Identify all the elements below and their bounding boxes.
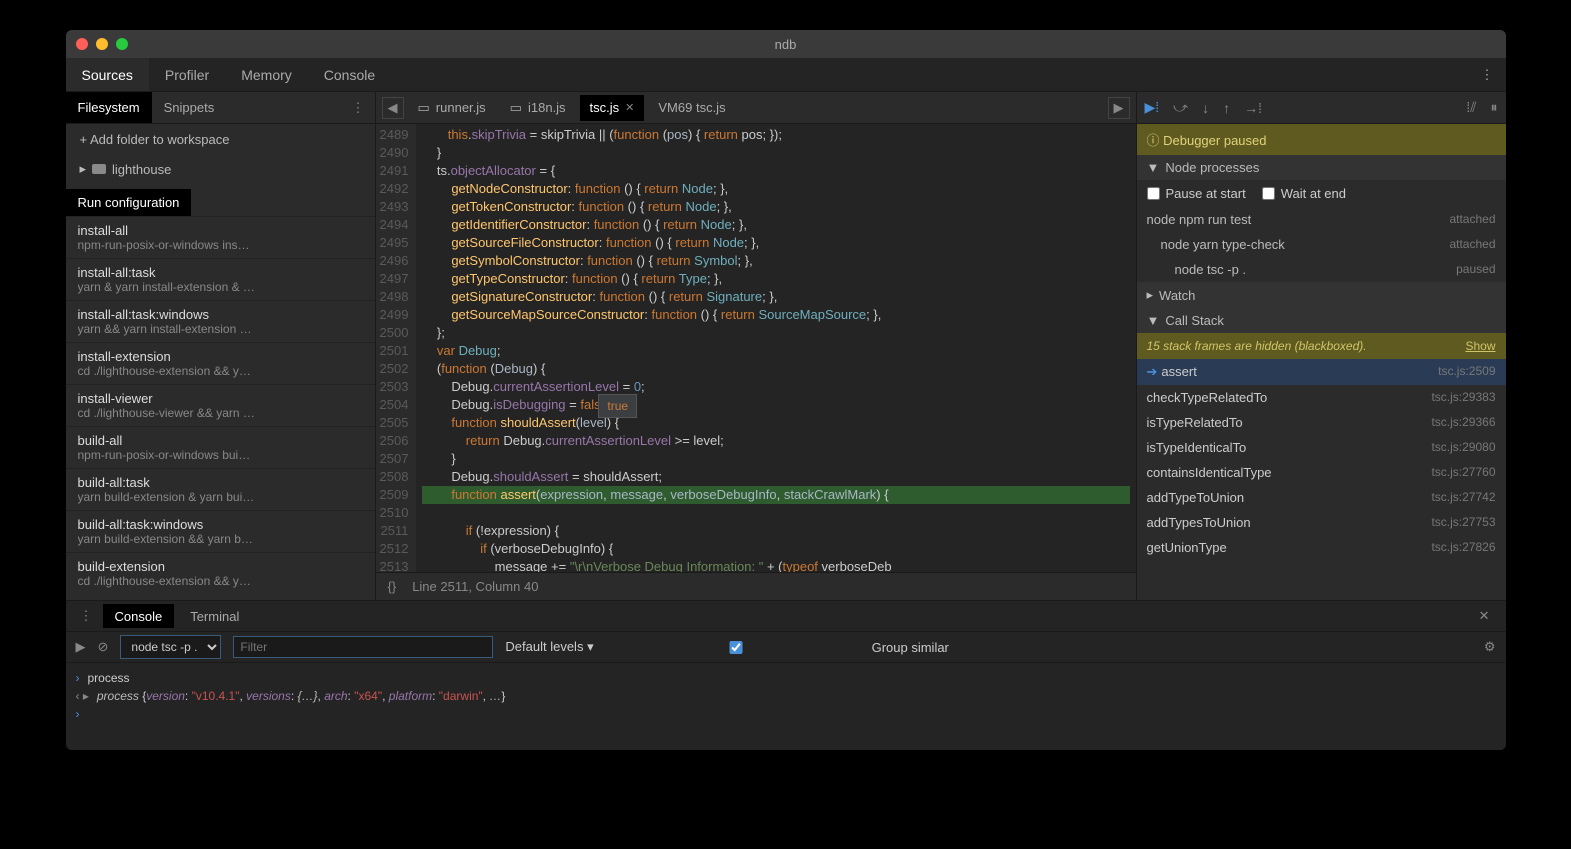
main-tabs: Sources Profiler Memory Console ⋮ xyxy=(66,58,1506,92)
file-tab-vm69[interactable]: VM69 tsc.js xyxy=(648,95,735,121)
drawer: ⋮ Console Terminal ✕ ▶ ⊘ node tsc -p . D… xyxy=(66,600,1506,750)
close-icon[interactable]: ✕ xyxy=(625,101,634,114)
filter-input[interactable] xyxy=(233,636,493,658)
context-select[interactable]: node tsc -p . xyxy=(120,635,221,659)
step-button[interactable]: →⁞ xyxy=(1244,100,1262,116)
file-tab-tsc[interactable]: tsc.js✕ xyxy=(580,95,645,121)
stack-frame[interactable]: getUnionTypetsc.js:27826 xyxy=(1137,535,1506,560)
drawer-tab-console[interactable]: Console xyxy=(103,604,175,628)
execute-icon[interactable]: ▶ xyxy=(76,639,86,655)
window-title: ndb xyxy=(775,37,797,52)
add-folder-button[interactable]: + Add folder to workspace xyxy=(66,124,375,155)
nav-back-button[interactable]: ◀ xyxy=(382,97,404,119)
resume-button[interactable]: ▶⁞ xyxy=(1145,99,1160,116)
js-file-icon: ▭ xyxy=(418,100,430,116)
watch-header[interactable]: ▸ Watch xyxy=(1137,282,1506,308)
stack-frame[interactable]: addTypeToUniontsc.js:27742 xyxy=(1137,485,1506,510)
folder-icon xyxy=(92,164,106,174)
script-item[interactable]: install-all:task:windowsyarn && yarn ins… xyxy=(66,300,375,342)
tree-item-label: lighthouse xyxy=(112,162,171,177)
js-file-icon: ▭ xyxy=(510,100,522,116)
titlebar: ndb xyxy=(66,30,1506,58)
file-tab-i18n[interactable]: ▭i18n.js xyxy=(500,95,576,121)
main-menu-icon[interactable]: ⋮ xyxy=(1469,67,1506,83)
pause-at-start-checkbox[interactable]: Pause at start xyxy=(1147,186,1246,201)
code-editor[interactable]: 2489249024912492249324942495249624972498… xyxy=(376,124,1136,572)
window-maximize-icon[interactable] xyxy=(116,38,128,50)
debugger-paused-banner: ⓘ Debugger paused xyxy=(1137,124,1506,155)
drawer-close-button[interactable]: ✕ xyxy=(1471,608,1498,624)
chevron-right-icon: ▸ xyxy=(80,161,87,177)
drawer-tab-terminal[interactable]: Terminal xyxy=(178,604,251,628)
node-processes-header[interactable]: ▼ Node processes xyxy=(1137,155,1506,180)
editor-status-bar: {} Line 2511, Column 40 xyxy=(376,572,1136,600)
script-item[interactable]: build-allnpm-run-posix-or-windows bui… xyxy=(66,426,375,468)
script-item[interactable]: install-viewercd ./lighthouse-viewer && … xyxy=(66,384,375,426)
debugger-panel: ▶⁞ ⤻ ↓ ↑ →⁞ ⁞⫽ ⏸ ⓘ Debugger paused ▼ Nod… xyxy=(1136,92,1506,600)
process-row[interactable]: node yarn type-checkattached xyxy=(1137,232,1506,257)
pause-exceptions-button[interactable]: ⏸ xyxy=(1491,99,1498,116)
stack-frame[interactable]: containsIdenticalTypetsc.js:27760 xyxy=(1137,460,1506,485)
step-into-button[interactable]: ↓ xyxy=(1202,100,1209,116)
console-input-text: process xyxy=(88,671,130,685)
sidebar: Filesystem Snippets ⋮ + Add folder to wo… xyxy=(66,92,376,600)
tab-console[interactable]: Console xyxy=(308,58,391,91)
sidebar-menu-icon[interactable]: ⋮ xyxy=(342,100,375,116)
value-tooltip: true xyxy=(598,394,637,418)
window-close-icon[interactable] xyxy=(76,38,88,50)
stack-frame[interactable]: isTypeIdenticalTotsc.js:29080 xyxy=(1137,435,1506,460)
window-minimize-icon[interactable] xyxy=(96,38,108,50)
expand-editor-button[interactable]: ▶ xyxy=(1108,97,1130,119)
stack-frame[interactable]: ➔asserttsc.js:2509 xyxy=(1137,359,1506,385)
group-similar-checkbox[interactable]: Group similar xyxy=(606,640,949,655)
console-settings-icon[interactable]: ⚙ xyxy=(1484,639,1496,655)
tab-profiler[interactable]: Profiler xyxy=(149,58,225,91)
call-stack-header[interactable]: ▼ Call Stack xyxy=(1137,308,1506,333)
tab-filesystem[interactable]: Filesystem xyxy=(66,92,152,123)
show-blackboxed-link[interactable]: Show xyxy=(1465,339,1495,353)
process-row[interactable]: node tsc -p .paused xyxy=(1137,257,1506,282)
script-item[interactable]: install-all:taskyarn & yarn install-exte… xyxy=(66,258,375,300)
levels-dropdown[interactable]: Default levels ▾ xyxy=(505,639,593,655)
blackbox-banner: 15 stack frames are hidden (blackboxed).… xyxy=(1137,333,1506,359)
script-item[interactable]: build-extensioncd ./lighthouse-extension… xyxy=(66,552,375,594)
file-tabs: ◀ ▭runner.js ▭i18n.js tsc.js✕ VM69 tsc.j… xyxy=(376,92,1136,124)
cursor-position: Line 2511, Column 40 xyxy=(412,579,538,594)
step-out-button[interactable]: ↑ xyxy=(1223,100,1230,116)
tab-sources[interactable]: Sources xyxy=(66,58,149,91)
console-output[interactable]: ›process ‹ ▸process {version: "v10.4.1",… xyxy=(66,663,1506,750)
format-icon[interactable]: {} xyxy=(388,579,397,594)
stack-frame[interactable]: isTypeRelatedTotsc.js:29366 xyxy=(1137,410,1506,435)
script-item[interactable]: install-allnpm-run-posix-or-windows ins… xyxy=(66,216,375,258)
step-over-button[interactable]: ⤻ xyxy=(1173,99,1188,116)
deactivate-breakpoints-button[interactable]: ⁞⫽ xyxy=(1466,99,1476,116)
stack-frame[interactable]: checkTypeRelatedTotsc.js:29383 xyxy=(1137,385,1506,410)
tab-memory[interactable]: Memory xyxy=(225,58,308,91)
script-item[interactable]: build-all:taskyarn build-extension & yar… xyxy=(66,468,375,510)
process-row[interactable]: node npm run testattached xyxy=(1137,207,1506,232)
wait-at-end-checkbox[interactable]: Wait at end xyxy=(1262,186,1346,201)
code-content[interactable]: this.skipTrivia = skipTrivia || (functio… xyxy=(416,124,1135,572)
run-configuration-header: Run configuration xyxy=(66,189,192,216)
clear-console-button[interactable]: ⊘ xyxy=(98,639,109,655)
drawer-menu-icon[interactable]: ⋮ xyxy=(74,608,99,624)
file-tab-runner[interactable]: ▭runner.js xyxy=(408,95,496,121)
script-item[interactable]: install-extensioncd ./lighthouse-extensi… xyxy=(66,342,375,384)
line-gutter: 2489249024912492249324942495249624972498… xyxy=(376,124,417,572)
stack-frame[interactable]: addTypesToUniontsc.js:27753 xyxy=(1137,510,1506,535)
tab-snippets[interactable]: Snippets xyxy=(152,92,227,123)
tree-item-lighthouse[interactable]: ▸ lighthouse xyxy=(66,155,375,183)
script-item[interactable]: build-all:task:windowsyarn build-extensi… xyxy=(66,510,375,552)
